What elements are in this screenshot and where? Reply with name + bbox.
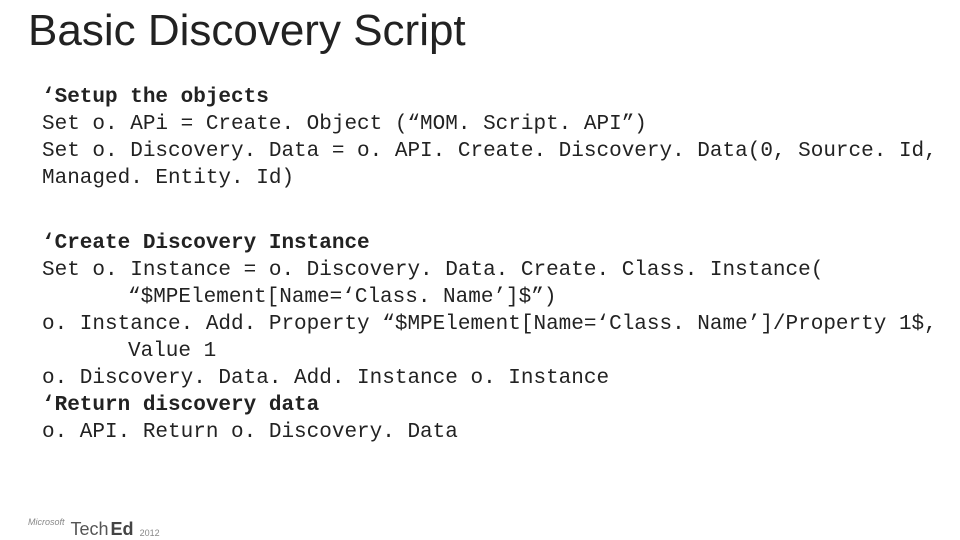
logo-ed: Ed (111, 519, 134, 540)
code-line: o. Instance. Add. Property “$MPElement[N… (42, 313, 937, 336)
code-line-indent: “$MPElement[Name=‘Class. Name’]$”) (42, 285, 556, 312)
code-line: o. Discovery. Data. Add. Instance o. Ins… (42, 367, 609, 390)
code-block-setup: ‘Setup the objects Set o. APi = Create. … (42, 58, 960, 192)
slide-title: Basic Discovery Script (28, 8, 960, 54)
code-line: Managed. Entity. Id) (42, 167, 294, 190)
code-line: Set o. Instance = o. Discovery. Data. Cr… (42, 259, 823, 282)
slide: Basic Discovery Script ‘Setup the object… (0, 8, 960, 540)
code-line: Set o. APi = Create. Object (“MOM. Scrip… (42, 113, 647, 136)
teched-logo: Microsoft TechEd 2012 (28, 519, 160, 540)
logo-microsoft: Microsoft (28, 517, 65, 527)
code-line: Set o. Discovery. Data = o. API. Create.… (42, 140, 937, 163)
comment-setup: ‘Setup the objects (42, 86, 269, 109)
logo-year: 2012 (140, 528, 160, 538)
code-line: o. API. Return o. Discovery. Data (42, 421, 458, 444)
logo-tech: Tech (71, 519, 109, 540)
code-block-create: ‘Create Discovery Instance Set o. Instan… (42, 205, 960, 447)
comment-return: ‘Return discovery data (42, 394, 319, 417)
code-line-indent: Value 1 (42, 339, 216, 366)
comment-create-instance: ‘Create Discovery Instance (42, 232, 370, 255)
